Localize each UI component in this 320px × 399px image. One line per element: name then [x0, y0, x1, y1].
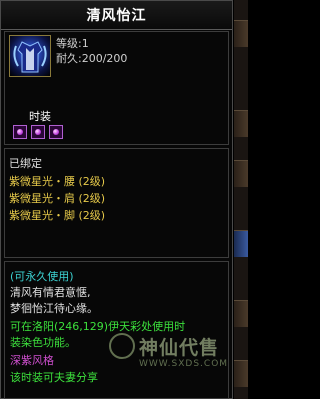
item-durability: 耐久:200/200	[56, 52, 128, 65]
set-item-list: 紫微星光・腰 (2级) 紫微星光・肩 (2级) 紫微星光・脚 (2级)	[9, 173, 105, 224]
couple-share-note: 该时装可夫妻分享	[10, 371, 98, 384]
item-title: 清风怡江	[1, 1, 232, 30]
set-item: 紫微星光・脚 (2级)	[9, 209, 106, 222]
inventory-slot[interactable]	[234, 230, 248, 257]
set-item: 紫微星光・肩 (2级)	[9, 192, 106, 205]
item-tooltip: 清风怡江 等级:1 耐久:200/200 时装 已绑定 紫微星光・腰 (2级) …	[0, 0, 233, 399]
inventory-strip	[234, 0, 248, 399]
item-type: 时装	[29, 110, 51, 123]
bind-status: 已绑定	[9, 157, 42, 170]
poem-line: 清风有情君意惬,	[10, 286, 91, 299]
inventory-slot[interactable]	[234, 300, 248, 327]
item-header-section: 等级:1 耐久:200/200 时装	[4, 31, 229, 145]
gem-slot-icon	[49, 125, 63, 139]
item-level: 等级:1	[56, 37, 89, 50]
gem-slot-icon	[31, 125, 45, 139]
gem-slots	[13, 125, 63, 139]
usage-duration: (可永久使用)	[10, 270, 74, 283]
inventory-slot[interactable]	[234, 160, 248, 187]
inventory-slot[interactable]	[234, 360, 248, 387]
inventory-slot[interactable]	[234, 20, 248, 47]
dye-info: 可在洛阳(246,129)伊天彩处使用时	[10, 320, 186, 333]
inventory-slot[interactable]	[234, 110, 248, 137]
description-section: (可永久使用) 清风有情君意惬, 梦徊怡江待心缘。 可在洛阳(246,129)伊…	[4, 261, 229, 399]
gem-slot-icon	[13, 125, 27, 139]
costume-item-icon	[9, 35, 51, 77]
binding-section: 已绑定 紫微星光・腰 (2级) 紫微星光・肩 (2级) 紫微星光・脚 (2级)	[4, 148, 229, 258]
set-item: 紫微星光・腰 (2级)	[9, 175, 106, 188]
poem-line: 梦徊怡江待心缘。	[10, 302, 98, 315]
dye-info: 装染色功能。	[10, 336, 76, 349]
style-label: 深紫风格	[10, 354, 54, 367]
